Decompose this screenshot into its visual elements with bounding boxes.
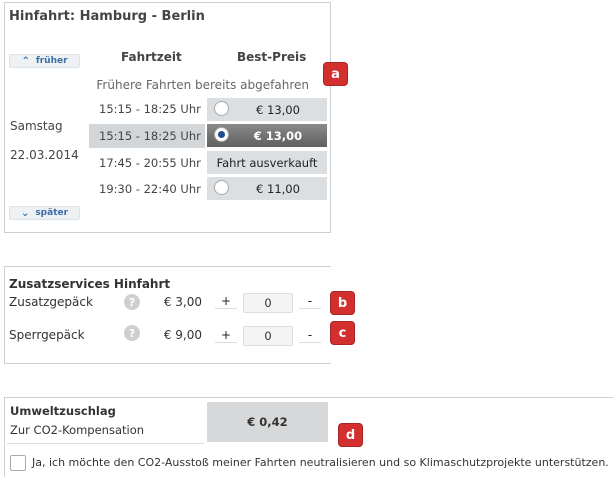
co2-amount: € 0,42 [207, 402, 328, 442]
later-label: später [35, 208, 69, 218]
quantity-field[interactable]: 0 [243, 326, 293, 346]
day-name: Samstag [10, 119, 63, 133]
co2-checkbox-label[interactable]: Ja, ich möchte den CO2-Ausstoß meiner Fa… [32, 456, 609, 469]
chevron-down-icon: ⌄ [20, 207, 30, 219]
umwelt-title: Umweltzuschlag [10, 404, 116, 418]
later-button[interactable]: ⌄ später [9, 206, 80, 220]
price-label: € 13,00 [253, 128, 303, 143]
price-label: € 13,00 [256, 102, 300, 117]
annotation-badge-a: a [323, 62, 348, 86]
earlier-button[interactable]: ⌃ früher [9, 54, 80, 68]
umwelt-subtitle: Zur CO2-Kompensation [10, 423, 145, 437]
zusatzservices-title: Zusatzservices Hinfahrt [9, 277, 171, 291]
minus-button[interactable]: - [299, 294, 321, 309]
annotation-badge-c: c [330, 321, 355, 345]
radio-button-selected[interactable] [214, 127, 229, 142]
soldout-option: Fahrt ausverkauft [207, 151, 327, 174]
col-fahrtzeit: Fahrtzeit [121, 50, 182, 64]
help-icon[interactable]: ? [124, 294, 140, 310]
connection-time[interactable]: 17:45 - 20:55 Uhr [89, 151, 205, 175]
chevron-up-icon: ⌃ [21, 55, 30, 67]
co2-checkbox[interactable] [10, 455, 26, 471]
service-label: Sperrgepäck [9, 328, 85, 342]
annotation-badge-b: b [330, 291, 355, 315]
soldout-label: Fahrt ausverkauft [216, 155, 318, 170]
price-option-selected[interactable]: € 13,00 [207, 124, 327, 147]
radio-button[interactable] [214, 180, 229, 195]
connection-time-selected[interactable]: 15:15 - 18:25 Uhr [89, 124, 205, 148]
day-date: 22.03.2014 [10, 148, 79, 162]
service-price: € 9,00 [163, 328, 202, 342]
connection-time[interactable]: 19:30 - 22:40 Uhr [89, 177, 205, 201]
connection-time[interactable]: 15:15 - 18:25 Uhr [89, 97, 205, 121]
quantity-field[interactable]: 0 [243, 293, 293, 313]
earlier-label: früher [35, 56, 68, 66]
minus-button[interactable]: - [299, 328, 321, 343]
price-label: € 11,00 [256, 181, 300, 196]
radio-button[interactable] [214, 101, 229, 116]
price-option[interactable]: € 13,00 [207, 98, 327, 121]
info-text: Frühere Fahrten bereits abgefahren [96, 78, 309, 92]
hinfahrt-title: Hinfahrt: Hamburg - Berlin [9, 9, 205, 24]
plus-button[interactable]: + [215, 294, 237, 309]
divider [7, 443, 204, 444]
price-option[interactable]: € 11,00 [207, 177, 327, 200]
col-bestpreis: Best-Preis [237, 50, 307, 64]
help-icon[interactable]: ? [124, 325, 140, 341]
service-label: Zusatzgepäck [9, 295, 93, 309]
service-price: € 3,00 [163, 295, 202, 309]
annotation-badge-d: d [338, 423, 363, 447]
plus-button[interactable]: + [215, 328, 237, 343]
